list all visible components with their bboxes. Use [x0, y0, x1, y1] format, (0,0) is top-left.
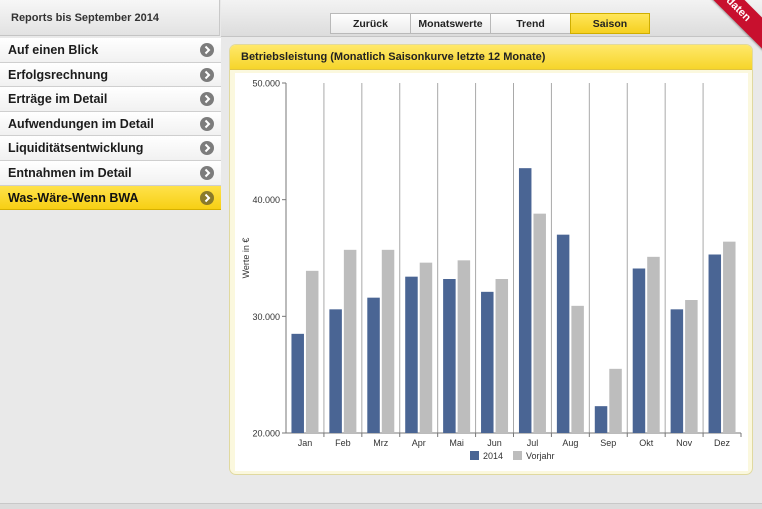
sidebar-item-erfolgsrechnung[interactable]: Erfolgsrechnung — [0, 62, 221, 88]
y-tick-label: 20.000 — [252, 429, 280, 439]
sidebar-item-ertraege-im-detail[interactable]: Erträge im Detail — [0, 87, 221, 112]
bar-vorjahr-mai — [457, 260, 471, 433]
sidebar-item-auf-einen-blick[interactable]: Auf einen Blick — [0, 38, 221, 63]
bar-vorjahr-jan — [305, 270, 319, 433]
x-tick-label: Mai — [449, 438, 464, 448]
x-tick-label: Dez — [714, 438, 731, 448]
x-tick-label: Jul — [527, 438, 539, 448]
bar-2014-apr — [405, 276, 418, 433]
update-ribbon[interactable]: pdaten — [692, 0, 762, 51]
sidebar-item-label: Aufwendungen im Detail — [8, 116, 154, 131]
bar-vorjahr-dez — [723, 241, 736, 433]
bar-vorjahr-apr — [419, 262, 433, 433]
bar-vorjahr-sep — [609, 368, 622, 433]
chevron-right-icon — [200, 141, 214, 156]
chevron-right-icon — [200, 92, 214, 107]
bar-chart: 20.000 30.000 40.000 50.000 Werte in € Jan Feb… — [241, 79, 742, 461]
x-tick-label: Mrz — [373, 438, 388, 448]
y-tick-label: 30.000 — [252, 312, 280, 322]
bar-2014-aug — [556, 234, 570, 433]
sidebar-header: Reports bis September 2014 — [0, 0, 220, 36]
sidebar-item-label: Erfolgsrechnung — [8, 67, 109, 82]
chart-panel-header: Betriebsleistung (Monatlich Saisonkurve … — [230, 45, 752, 70]
sidebar-nav: Auf einen Blick Erfolgsrechnung Erträge … — [0, 38, 221, 211]
sidebar-item-label: Was-Wäre-Wenn BWA — [8, 190, 139, 205]
bar-2014-dez — [708, 254, 722, 433]
tab-monatswerte[interactable]: Monatswerte — [410, 13, 490, 34]
bar-vorjahr-okt — [647, 256, 660, 433]
bar-vorjahr-mrz — [381, 249, 395, 433]
chevron-right-icon — [200, 190, 214, 205]
bar-vorjahr-jul — [533, 213, 546, 433]
x-tick-label: Feb — [335, 438, 351, 448]
sidebar-item-label: Entnahmen im Detail — [8, 165, 132, 180]
chevron-right-icon — [200, 116, 214, 131]
legend-label: Vorjahr — [526, 451, 555, 461]
bar-2014-jan — [291, 333, 304, 433]
sidebar-item-label: Liquiditätsentwicklung — [8, 141, 144, 156]
sidebar-item-aufwendungen-im-detail[interactable]: Aufwendungen im Detail — [0, 111, 221, 137]
bar-2014-mrz — [367, 297, 380, 433]
sidebar-item-label: Erträge im Detail — [8, 92, 108, 107]
bar-2014-sep — [594, 406, 608, 433]
bar-2014-jun — [481, 291, 494, 433]
sidebar-item-entnahmen-im-detail[interactable]: Entnahmen im Detail — [0, 160, 221, 186]
chevron-right-icon — [200, 67, 214, 82]
legend-swatch — [470, 451, 479, 460]
x-tick-label: Sep — [600, 438, 616, 448]
report-period-title: Reports bis September 2014 — [11, 12, 159, 24]
bar-2014-mai — [443, 279, 456, 433]
x-tick-label: Jan — [298, 438, 313, 448]
x-tick-label: Apr — [412, 438, 426, 448]
sidebar-item-was-waere-wenn-bwa[interactable]: Was-Wäre-Wenn BWA — [0, 185, 221, 211]
x-tick-label: Okt — [639, 438, 654, 448]
bar-2014-jul — [518, 168, 532, 433]
x-tick-label: Nov — [676, 438, 693, 448]
y-tick-label: 50.000 — [252, 79, 280, 89]
chart-area: 20.000 30.000 40.000 50.000 Werte in € Jan Feb… — [235, 73, 748, 471]
bottom-edge — [0, 503, 762, 509]
bar-vorjahr-feb — [343, 249, 357, 433]
y-tick-label: 40.000 — [252, 195, 280, 205]
tab-saison[interactable]: Saison — [570, 13, 650, 34]
legend-label: 2014 — [483, 451, 503, 461]
chevron-right-icon — [200, 43, 214, 57]
chart-panel: Betriebsleistung (Monatlich Saisonkurve … — [229, 44, 753, 475]
bar-vorjahr-jun — [495, 279, 509, 433]
sidebar-item-label: Auf einen Blick — [8, 43, 99, 57]
bar-2014-nov — [670, 309, 684, 433]
sidebar-item-liquiditaetsentwicklung[interactable]: Liquiditätsentwicklung — [0, 136, 221, 161]
tab-zurueck[interactable]: Zurück — [330, 13, 410, 34]
bar-vorjahr-aug — [571, 305, 584, 433]
view-tabs: Zurück Monatswerte Trend Saison — [330, 13, 650, 34]
bar-vorjahr-nov — [685, 300, 698, 433]
legend-swatch — [513, 451, 522, 460]
x-tick-label: Aug — [562, 438, 578, 448]
top-toolbar: Zurück Monatswerte Trend Saison pdaten — [221, 0, 762, 51]
y-axis-label: Werte in € — [241, 238, 251, 279]
tab-trend[interactable]: Trend — [490, 13, 570, 34]
x-tick-label: Jun — [487, 438, 502, 448]
bar-2014-okt — [632, 268, 646, 433]
bar-2014-feb — [329, 309, 342, 433]
chevron-right-icon — [200, 165, 214, 180]
chart-title: Betriebsleistung (Monatlich Saisonkurve … — [241, 51, 546, 63]
